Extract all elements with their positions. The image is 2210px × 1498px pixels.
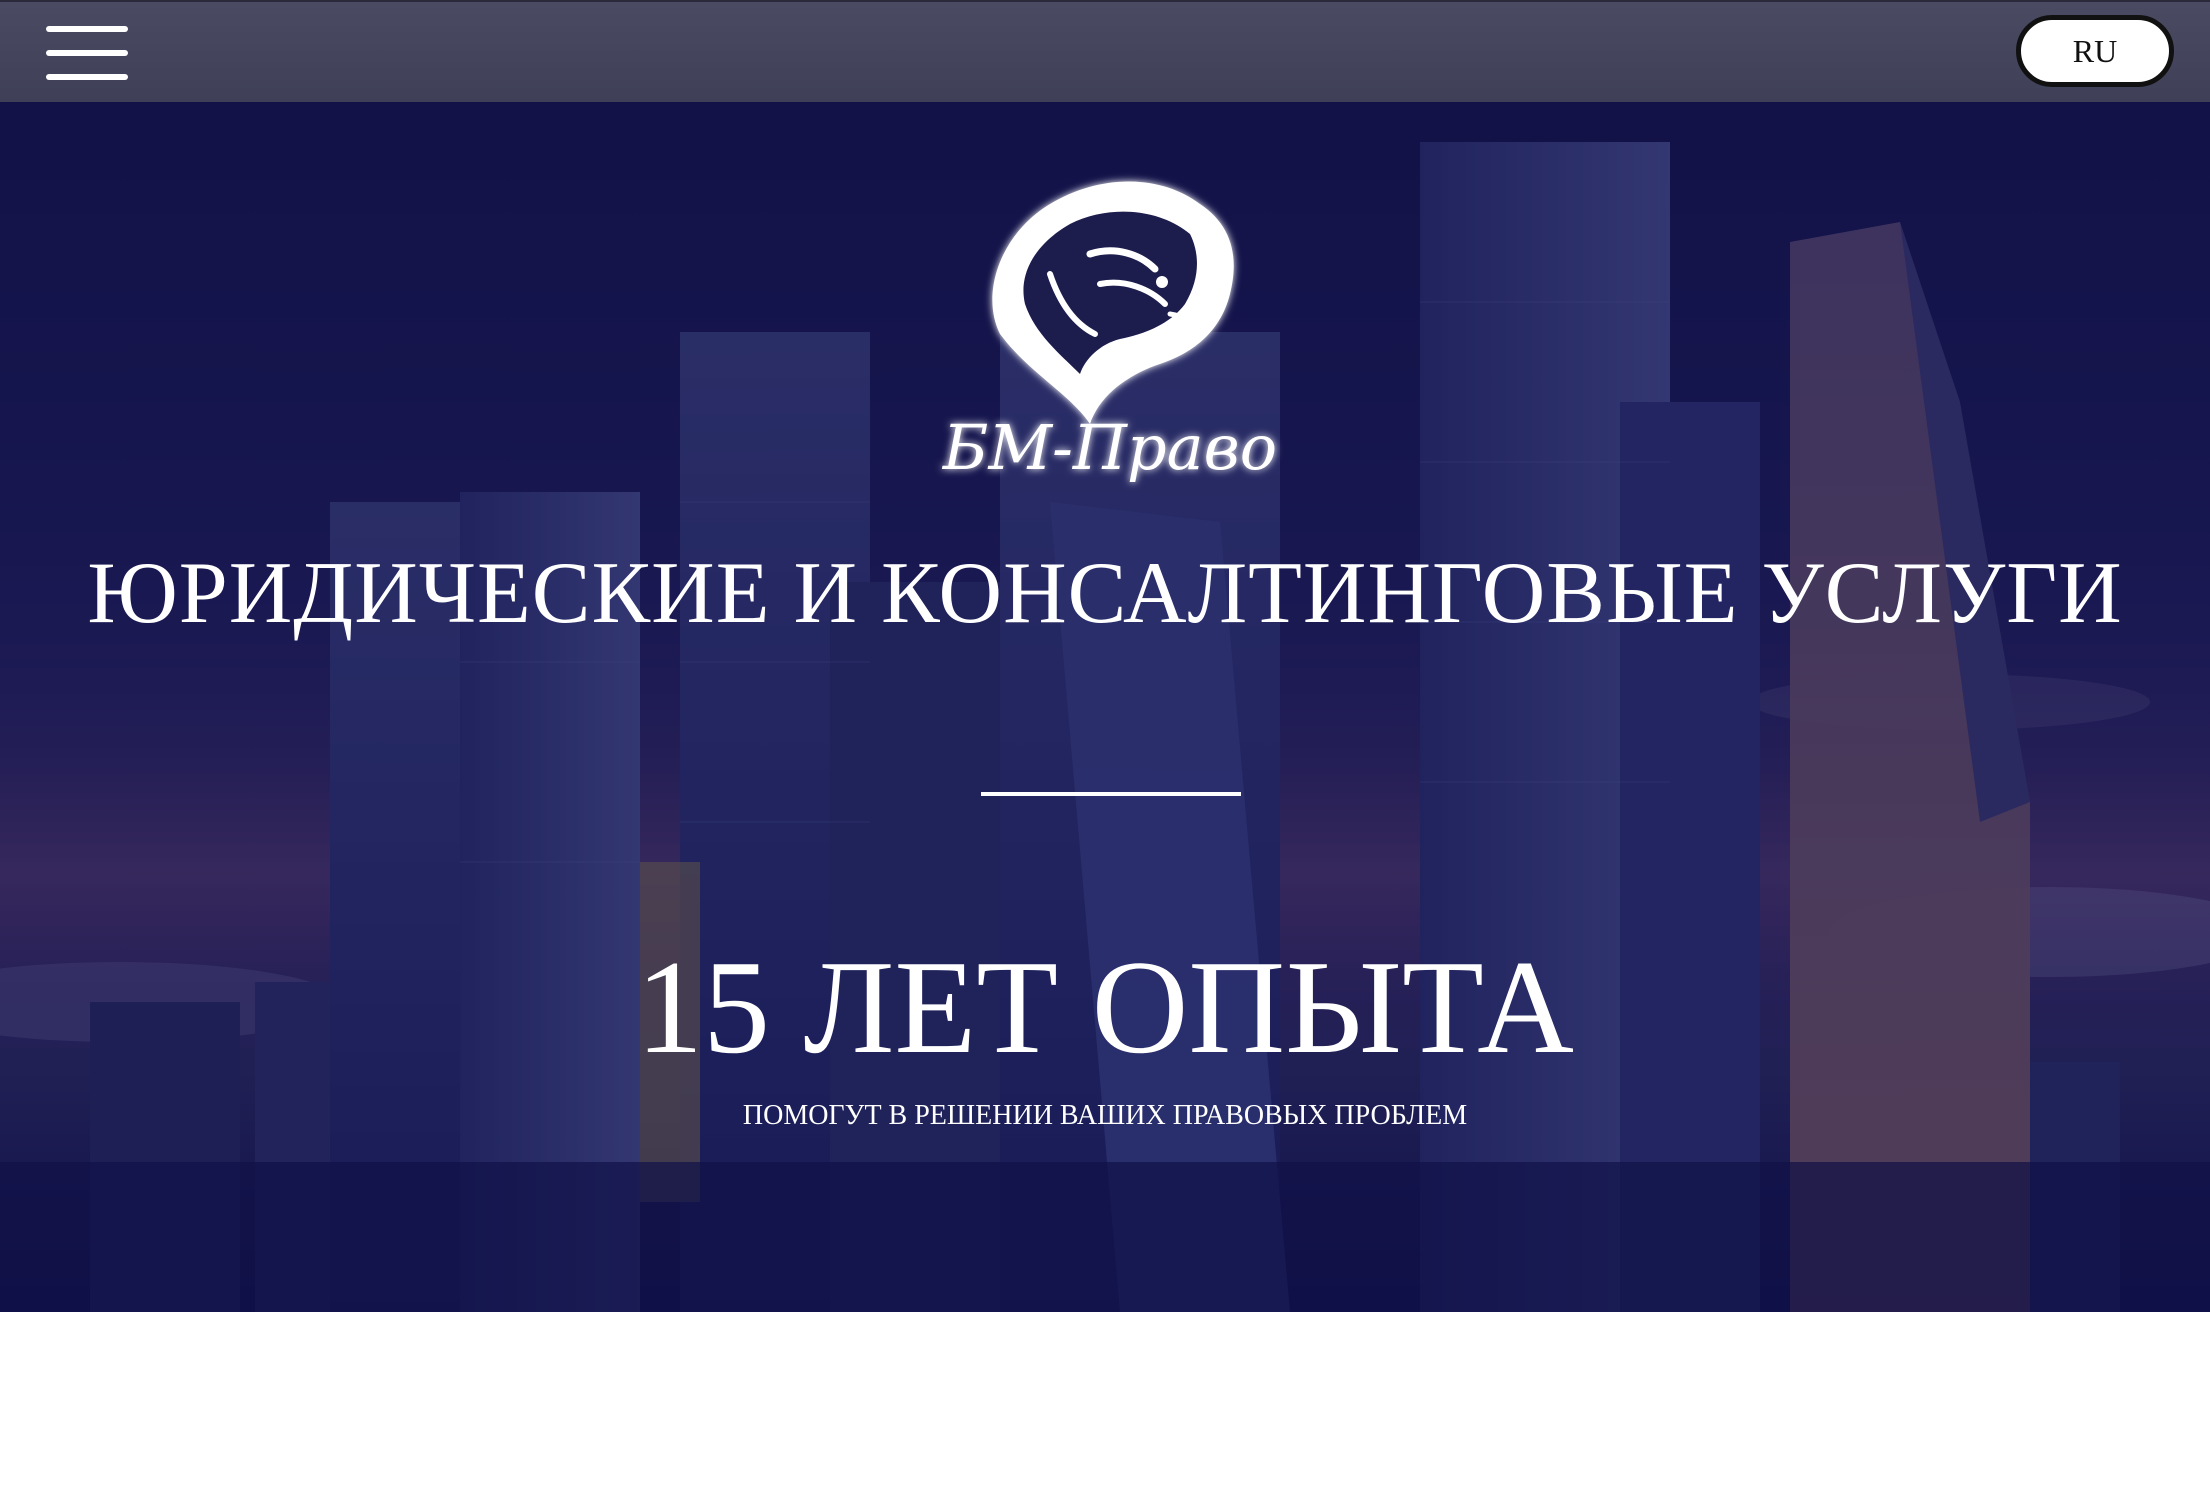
hamburger-menu-icon[interactable]	[46, 26, 128, 80]
tiger-head-logo-icon: БМ-Право	[942, 181, 1277, 484]
top-navigation-bar: RU	[0, 0, 2210, 102]
hero-section: БМ-Право ЮРИДИЧЕСКИЕ И КОНСАЛТИНГОВЫЕ УС…	[0, 102, 2210, 1312]
hamburger-line	[46, 26, 128, 32]
hamburger-line	[46, 74, 128, 80]
experience-heading: 15 ЛЕТ ОПЫТА	[636, 933, 1574, 1081]
language-switch-button[interactable]: RU	[2016, 15, 2174, 87]
hero-subtext: ПОМОГУТ В РЕШЕНИИ ВАШИХ ПРАВОВЫХ ПРОБЛЕМ	[742, 1100, 1468, 1131]
logo-wordmark: БМ-Право	[942, 411, 1277, 484]
hero-headline: ЮРИДИЧЕСКИЕ И КОНСАЛТИНГОВЫЕ УСЛУГИ	[87, 545, 2123, 642]
headline-divider	[981, 792, 1241, 796]
hamburger-line	[46, 50, 128, 56]
